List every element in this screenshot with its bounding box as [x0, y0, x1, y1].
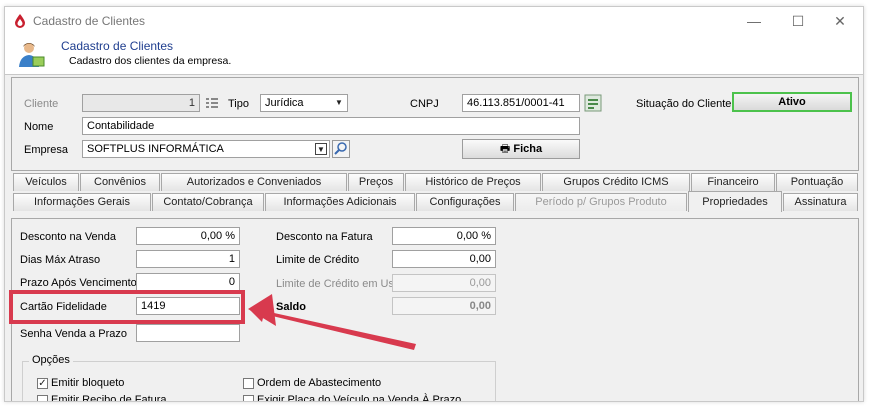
senha-venda-input[interactable]: [136, 324, 240, 342]
dias-atraso-input[interactable]: 1: [136, 250, 240, 268]
tab-historico-precos[interactable]: Histórico de Preços: [405, 173, 541, 191]
ordem-abastecimento-checkbox[interactable]: [243, 378, 254, 389]
ficha-button[interactable]: 🖶 Ficha: [462, 139, 580, 159]
saldo-label: Saldo: [276, 301, 306, 313]
tab-propriedades[interactable]: Propriedades: [688, 191, 782, 212]
opcoes-title: Opções: [29, 354, 73, 366]
senha-venda-label: Senha Venda a Prazo: [20, 328, 128, 340]
drop-icon: [15, 14, 25, 28]
situacao-status-button[interactable]: Ativo: [732, 92, 852, 112]
desconto-fatura-input[interactable]: 0,00 %: [392, 227, 496, 245]
opcoes-group: Opções ✓ Emitir bloqueto Emitir Recibo d…: [22, 354, 496, 402]
emitir-recibo-checkbox[interactable]: [37, 395, 48, 401]
tab-informacoes-gerais[interactable]: Informações Gerais: [13, 193, 151, 211]
tab-veiculos[interactable]: Veículos: [13, 173, 79, 191]
dias-atraso-label: Dias Máx Atraso: [20, 254, 101, 266]
title-bar: Cadastro de Clientes — ☐ ✕: [5, 7, 863, 35]
desconto-venda-label: Desconto na Venda: [20, 231, 117, 243]
page-subtitle: Cadastro dos clientes da empresa.: [69, 55, 232, 67]
annotation-highlight-box: [9, 290, 245, 324]
limite-credito-input[interactable]: 0,00: [392, 250, 496, 268]
emitir-recibo-label: Emitir Recibo de Fatura: [51, 394, 167, 402]
minimize-button[interactable]: —: [739, 11, 769, 31]
situacao-label: Situação do Cliente: [636, 98, 732, 110]
tab-precos[interactable]: Preços: [348, 173, 404, 191]
limite-credito-label: Limite de Crédito: [276, 254, 360, 266]
chevron-down-icon: ▼: [315, 143, 327, 155]
tab-pontuacao[interactable]: Pontuação: [776, 173, 858, 191]
ficha-label: Ficha: [513, 143, 543, 155]
cnpj-input[interactable]: 46.113.851/0001-41: [462, 94, 580, 112]
search-icon[interactable]: [332, 140, 350, 158]
validate-icon[interactable]: [584, 94, 602, 112]
user-icon: [19, 43, 45, 67]
tipo-select[interactable]: Jurídica ▼: [260, 94, 348, 112]
maximize-button[interactable]: ☐: [783, 11, 813, 31]
emitir-bloqueto-label: Emitir bloqueto: [51, 377, 125, 389]
form-header: Cadastro de Clientes Cadastro dos client…: [5, 35, 863, 75]
printer-icon: 🖶: [499, 143, 511, 155]
tab-periodo-grupos-produto: Período p/ Grupos Produto: [515, 193, 687, 211]
page-title: Cadastro de Clientes: [61, 39, 174, 53]
desconto-venda-input[interactable]: 0,00 %: [136, 227, 240, 245]
main-window: Cadastro de Clientes — ☐ ✕ Cadastro de C…: [4, 6, 864, 402]
desconto-fatura-label: Desconto na Fatura: [276, 231, 373, 243]
client-fieldset: Cliente 1 Tipo Jurídica ▼ CNPJ 46.113.85…: [11, 77, 859, 171]
empresa-label: Empresa: [24, 144, 69, 156]
prazo-vencimento-label: Prazo Após Vencimento: [20, 277, 137, 289]
tipo-value: Jurídica: [265, 97, 304, 109]
limite-uso-label: Limite de Crédito em Uso: [276, 278, 401, 290]
tab-assinatura[interactable]: Assinatura: [783, 193, 858, 211]
ordem-abastecimento-label: Ordem de Abastecimento: [257, 377, 382, 389]
cliente-label: Cliente: [24, 98, 59, 110]
tab-autorizados[interactable]: Autorizados e Conveniados: [161, 173, 347, 191]
tab-contato-cobranca[interactable]: Contato/Cobrança: [152, 193, 264, 211]
prazo-vencimento-input[interactable]: 0: [136, 273, 240, 291]
window-title: Cadastro de Clientes: [33, 14, 146, 28]
tab-convenios[interactable]: Convênios: [80, 173, 160, 191]
limite-uso-input: 0,00: [392, 274, 496, 292]
nome-input[interactable]: Contabilidade: [82, 117, 580, 135]
tab-grupos-credito-icms[interactable]: Grupos Crédito ICMS: [542, 173, 690, 191]
exigir-placa-label: Exigir Placa do Veículo na Venda À Prazo: [257, 394, 462, 402]
close-button[interactable]: ✕: [825, 11, 855, 31]
chevron-down-icon: ▼: [335, 98, 343, 107]
empresa-value: SOFTPLUS INFORMÁTICA: [87, 143, 224, 155]
saldo-input: 0,00: [392, 297, 496, 315]
cliente-input[interactable]: 1: [82, 94, 200, 112]
tab-informacoes-adicionais[interactable]: Informações Adicionais: [265, 193, 415, 211]
empresa-select[interactable]: SOFTPLUS INFORMÁTICA ▼: [82, 140, 330, 158]
exigir-placa-checkbox[interactable]: [243, 395, 254, 401]
tipo-label: Tipo: [228, 98, 249, 110]
cnpj-label: CNPJ: [410, 98, 439, 110]
tab-financeiro[interactable]: Financeiro: [691, 173, 775, 191]
emitir-bloqueto-checkbox[interactable]: ✓: [37, 378, 48, 389]
tab-configuracoes[interactable]: Configurações: [416, 193, 514, 211]
list-icon[interactable]: [204, 95, 220, 111]
nome-label: Nome: [24, 121, 54, 133]
